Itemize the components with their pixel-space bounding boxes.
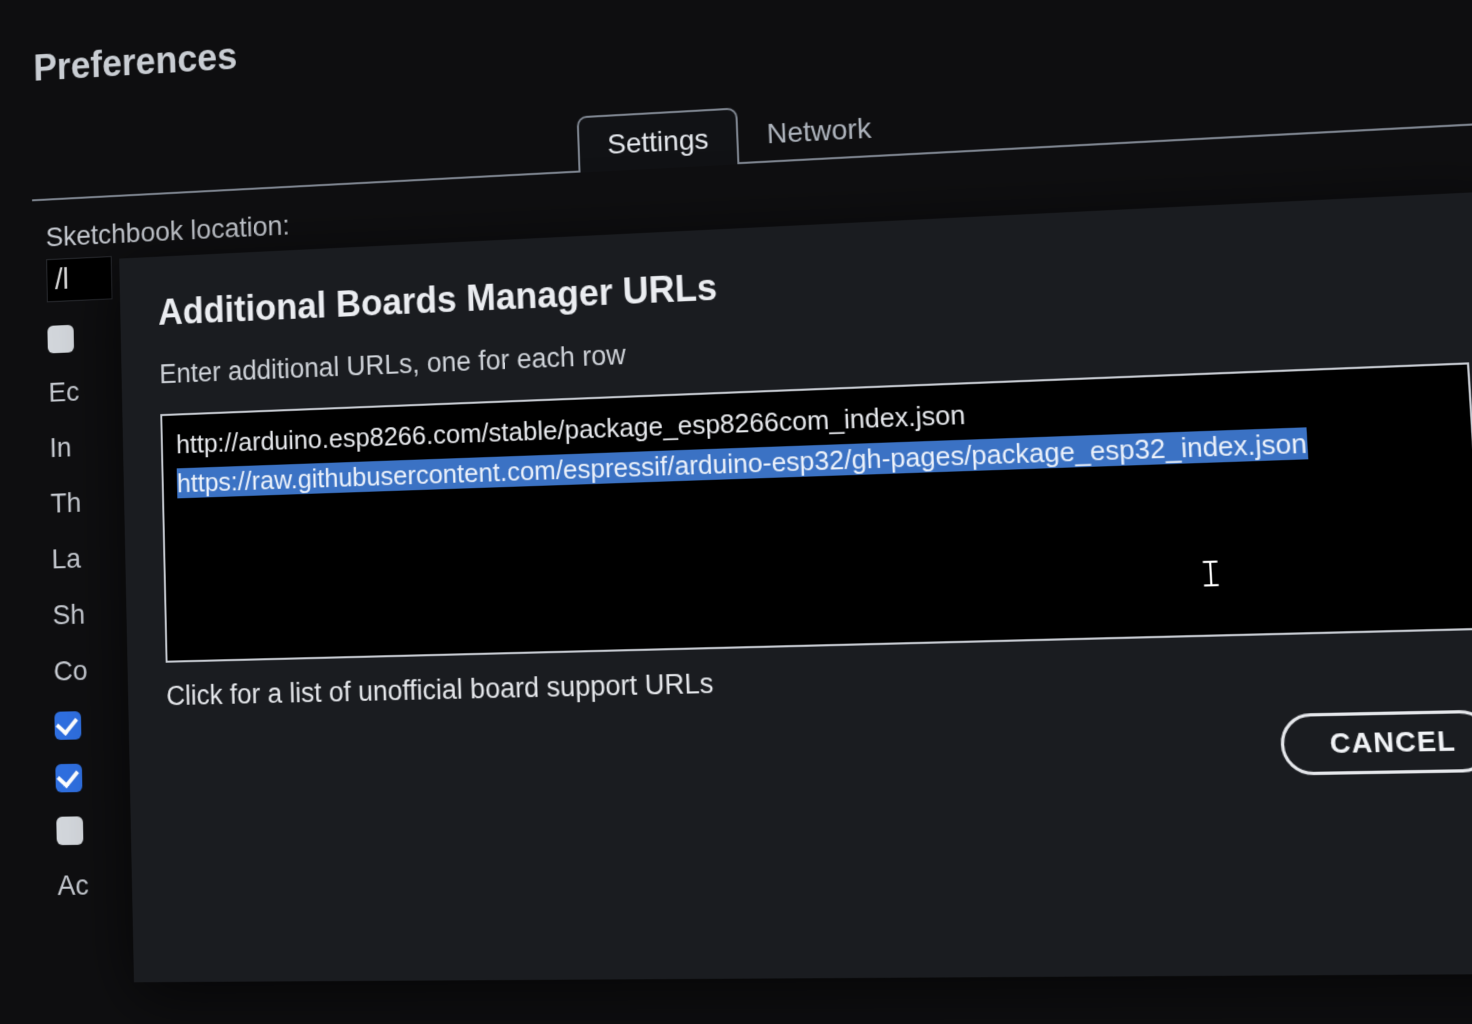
checkbox[interactable] xyxy=(54,711,81,740)
checkbox[interactable] xyxy=(47,325,74,354)
checkbox[interactable] xyxy=(55,764,82,793)
checkbox[interactable] xyxy=(56,816,83,845)
cancel-button[interactable]: CANCEL xyxy=(1279,710,1472,776)
unofficial-boards-link[interactable]: Click for a list of unofficial board sup… xyxy=(166,650,1472,713)
additional-boards-manager-dialog: Additional Boards Manager URLs Enter add… xyxy=(119,191,1472,982)
tab-settings[interactable]: Settings xyxy=(577,107,740,172)
sketchbook-location-input[interactable]: /l xyxy=(46,256,112,302)
tab-network[interactable]: Network xyxy=(737,98,901,162)
boards-manager-url-textarea[interactable]: http://arduino.esp8266.com/stable/packag… xyxy=(160,362,1472,662)
